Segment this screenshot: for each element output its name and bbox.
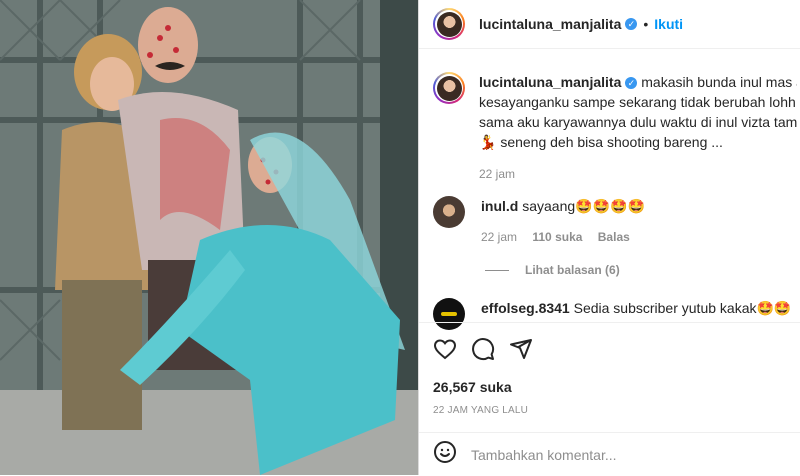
avatar-logo-icon xyxy=(441,312,457,316)
likes-count[interactable]: 26,567 suka xyxy=(433,379,786,395)
comment-item: inul.d sayaang🤩🤩🤩🤩 22 jam 110 suka Balas xyxy=(433,196,800,244)
author-username[interactable]: lucintaluna_manjalita xyxy=(479,16,621,32)
caption-username[interactable]: lucintaluna_manjalita xyxy=(479,74,621,90)
comment-meta: 22 jam 110 suka Balas xyxy=(481,230,645,244)
post-caption: lucintaluna_manjalita ✓ makasih bunda inu… xyxy=(433,72,800,184)
comment-text: sayaang🤩🤩🤩🤩 xyxy=(522,198,645,214)
commenter-username[interactable]: effolseg.8341 xyxy=(481,300,570,316)
post-header: lucintaluna_manjalita ✓ • Ikuti xyxy=(419,0,800,49)
post-side-panel: lucintaluna_manjalita ✓ • Ikuti lucintal… xyxy=(418,0,800,475)
caption-line: makasih bunda inul mas adam xyxy=(641,74,797,90)
caption-time[interactable]: 22 jam xyxy=(479,164,797,184)
verified-icon: ✓ xyxy=(625,77,638,89)
view-replies-button[interactable]: Lihat balasan (6) xyxy=(485,263,620,277)
comment-likes[interactable]: 110 suka xyxy=(532,230,582,244)
separator-dot: • xyxy=(643,16,649,32)
caption-line: 💃 seneng deh bisa shooting bareng ... xyxy=(479,134,723,150)
post-actions: 26,567 suka 22 JAM YANG LALU xyxy=(419,322,800,416)
post-photo-image xyxy=(0,0,418,475)
commenter-avatar[interactable] xyxy=(433,196,465,228)
caption-text: lucintaluna_manjalita ✓ makasih bunda inu… xyxy=(479,72,797,184)
share-icon[interactable] xyxy=(509,337,533,366)
comment-input[interactable]: Tambahkan komentar... xyxy=(471,447,617,463)
caption-line: sama aku karyawannya dulu waktu di inul … xyxy=(479,114,797,130)
post-photo[interactable] xyxy=(0,0,418,475)
posted-time: 22 JAM YANG LALU xyxy=(433,405,529,416)
comment-time[interactable]: 22 jam xyxy=(481,230,517,244)
follow-button[interactable]: Ikuti xyxy=(654,16,683,32)
comment-icon[interactable] xyxy=(471,337,495,366)
emoji-icon[interactable] xyxy=(433,440,457,469)
verified-icon: ✓ xyxy=(625,18,638,30)
comment-text: Sedia subscriber yutub kakak🤩🤩 xyxy=(573,300,792,316)
caption-line: kesayanganku sampe sekarang tidak beruba… xyxy=(479,94,797,110)
reply-button[interactable]: Balas xyxy=(598,230,630,244)
commenter-username[interactable]: inul.d xyxy=(481,198,518,214)
add-comment-bar: Tambahkan komentar... xyxy=(419,432,800,476)
author-avatar[interactable] xyxy=(433,8,465,40)
caption-avatar[interactable] xyxy=(433,72,465,104)
heart-icon[interactable] xyxy=(433,337,457,366)
replies-divider xyxy=(485,269,509,271)
view-replies-label: Lihat balasan (6) xyxy=(525,263,620,277)
